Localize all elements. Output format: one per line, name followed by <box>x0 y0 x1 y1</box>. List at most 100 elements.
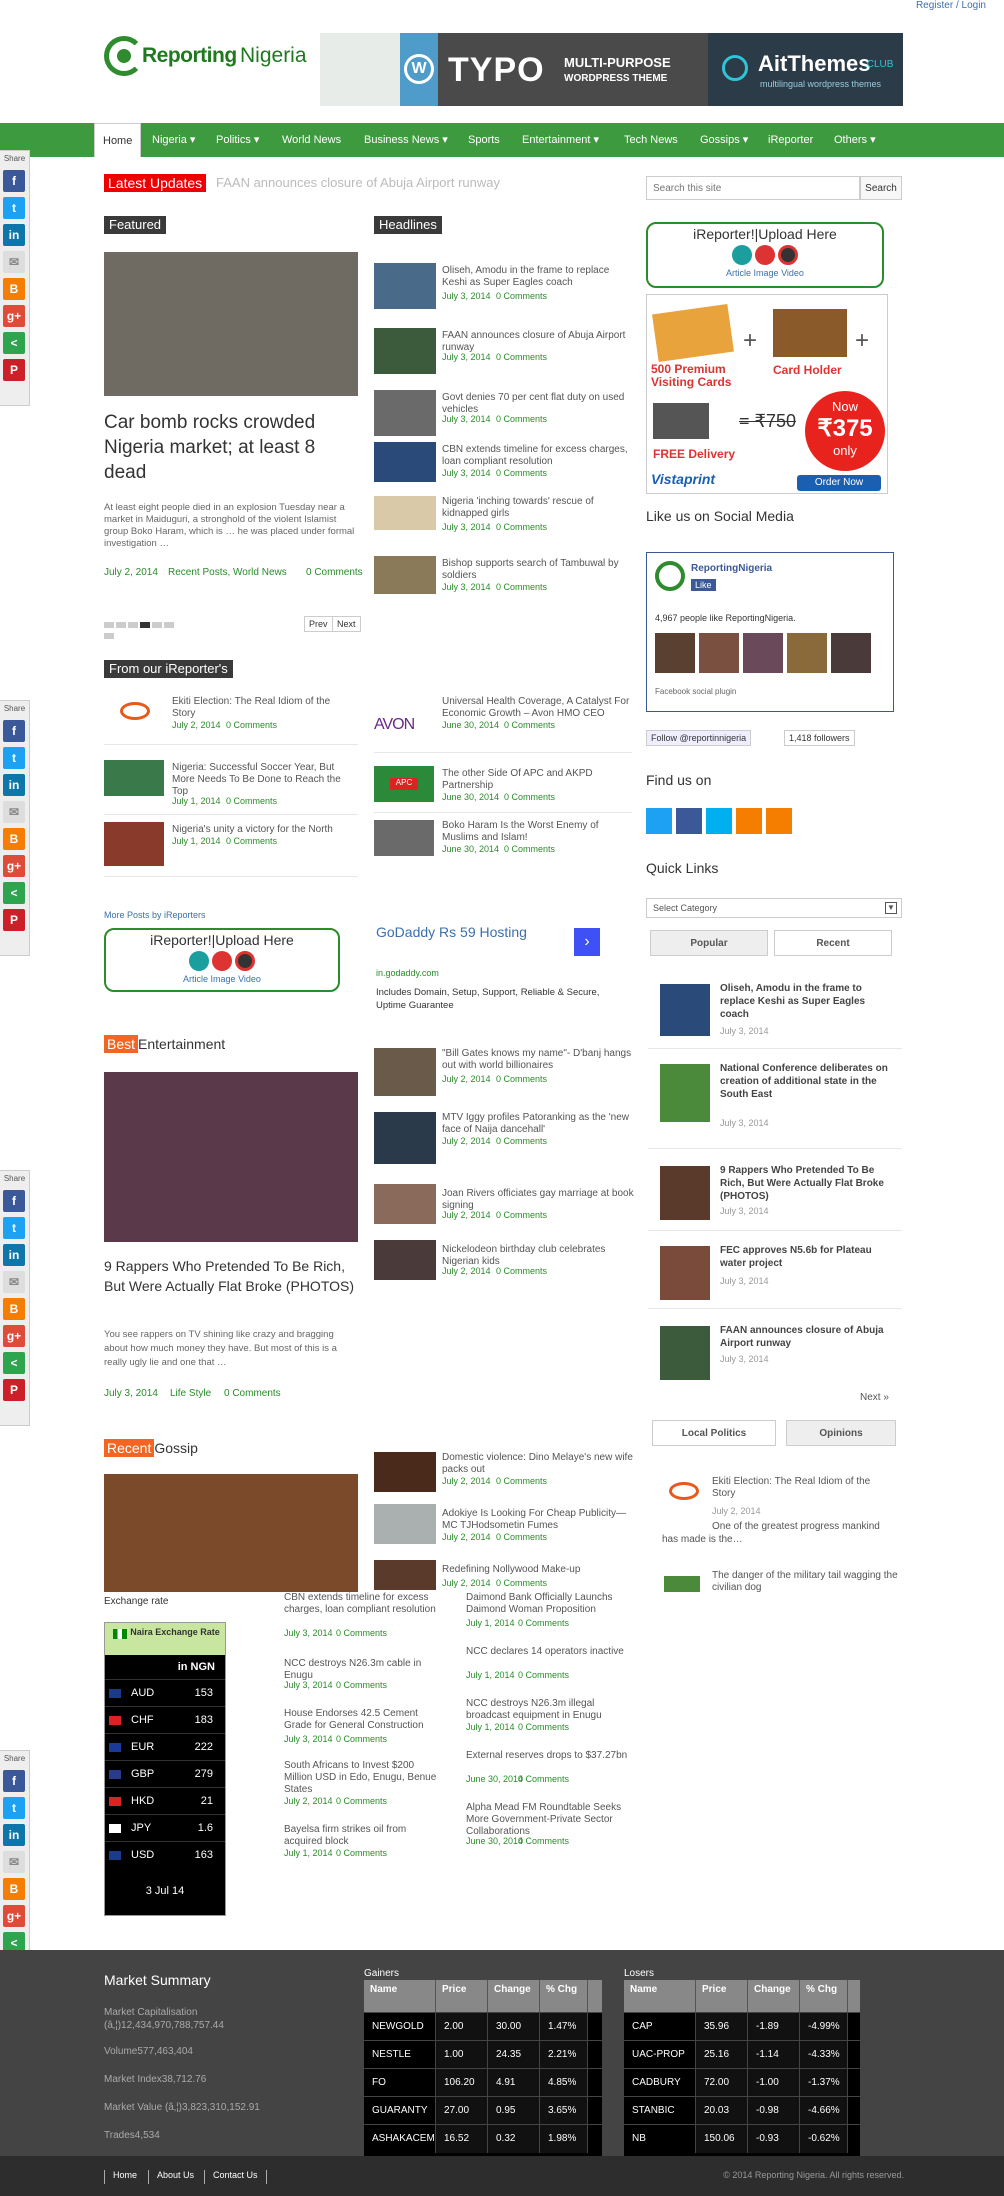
table-row[interactable]: CADBURY 72.00 -1.00 -1.37% <box>624 2068 860 2097</box>
headline-title[interactable]: CBN extends timeline for excess charges,… <box>442 444 632 468</box>
quick-link-title[interactable]: Oliseh, Amodu in the frame to replace Ke… <box>720 982 892 1021</box>
blogger-icon[interactable] <box>736 808 762 834</box>
quick-link-title[interactable]: FAAN announces closure of Abuja Airport … <box>720 1324 892 1350</box>
headline-thumb[interactable] <box>374 556 436 594</box>
featured-comments[interactable]: 0 Comments <box>306 567 363 578</box>
gossip-item-thumb[interactable] <box>374 1560 436 1590</box>
table-row[interactable]: UAC-PROP 25.16 -1.14 -4.33% <box>624 2040 860 2069</box>
gossip-item-thumb[interactable] <box>374 1452 436 1492</box>
fb-page-name[interactable]: ReportingNigeria <box>691 563 772 574</box>
ireporter-post-title[interactable]: Boko Haram Is the Worst Enemy of Muslims… <box>442 820 634 844</box>
citizens-eye-icon[interactable] <box>110 698 160 734</box>
blogger-icon[interactable]: B <box>3 828 25 850</box>
tab-opinions[interactable]: Opinions <box>786 1420 896 1446</box>
business-item-title[interactable]: Bayelsa firm strikes oil from acquired b… <box>284 1824 444 1848</box>
featured-title[interactable]: Car bomb rocks crowded Nigeria market; a… <box>104 410 358 485</box>
tab-popular[interactable]: Popular <box>650 930 768 956</box>
table-row[interactable]: ASHAKACEM 16.52 0.32 1.98% <box>364 2124 602 2153</box>
footer-contact-link[interactable]: Contact Us <box>204 2170 267 2184</box>
video-icon[interactable] <box>777 245 798 265</box>
headline-title[interactable]: Govt denies 70 per cent flat duty on use… <box>442 392 632 416</box>
article-icon[interactable] <box>732 245 753 265</box>
twitter-icon[interactable] <box>646 808 672 834</box>
video-icon[interactable] <box>234 951 255 971</box>
gossip-item-title[interactable]: Adokiye Is Looking For Cheap Publicity—M… <box>442 1508 636 1532</box>
fan-avatar[interactable] <box>699 633 739 673</box>
ireporter-post-comments[interactable]: 0 Comments <box>226 720 277 730</box>
gossip-item-comments[interactable]: 0 Comments <box>496 1476 547 1486</box>
ireporter-post-title[interactable]: Nigeria: Successful Soccer Year, But Mor… <box>172 762 356 798</box>
business-item-comments[interactable]: 0 Comments <box>518 1836 569 1846</box>
image-icon[interactable] <box>755 245 775 265</box>
category-select[interactable]: Select Category ▼ <box>646 898 902 918</box>
footer-home-link[interactable]: Home <box>104 2170 137 2184</box>
email-icon[interactable] <box>766 808 792 834</box>
ireporter-post-comments[interactable]: 0 Comments <box>226 836 277 846</box>
facebook-icon[interactable]: f <box>3 720 25 742</box>
ireporter-post-comments[interactable]: 0 Comments <box>504 720 555 730</box>
business-item-comments[interactable]: 0 Comments <box>518 1670 569 1680</box>
ireporter-upload-box[interactable]: iReporter!|Upload Here Article Image Vid… <box>646 222 884 288</box>
table-row[interactable]: CAP 35.96 -1.89 -4.99% <box>624 2012 860 2041</box>
ireporter-post-title[interactable]: The other Side Of APC and AKPD Partnersh… <box>442 768 622 792</box>
share-icon[interactable]: < <box>3 882 25 904</box>
nav-tech-news[interactable]: Tech News <box>616 123 686 157</box>
entertainment-item-comments[interactable]: 0 Comments <box>496 1266 547 1276</box>
featured-categories[interactable]: Recent Posts, World News <box>168 567 287 578</box>
headline-title[interactable]: FAAN announces closure of Abuja Airport … <box>442 330 632 354</box>
business-item-comments[interactable]: 0 Comments <box>336 1628 387 1638</box>
quick-link-thumb[interactable] <box>660 1064 710 1122</box>
email-icon[interactable]: ✉ <box>3 1851 25 1873</box>
entertainment-title[interactable]: 9 Rappers Who Pretended To Be Rich, But … <box>104 1256 358 1296</box>
email-icon[interactable]: ✉ <box>3 251 25 273</box>
ireporter-post-comments[interactable]: 0 Comments <box>504 792 555 802</box>
twitter-follow-button[interactable]: Follow @reportinnigeria <box>646 730 752 746</box>
table-row[interactable]: NB 150.06 -0.93 -0.62% <box>624 2124 860 2153</box>
business-item-comments[interactable]: 0 Comments <box>518 1618 569 1628</box>
business-item-title[interactable]: NCC destroys N26.3m illegal broadcast eq… <box>466 1698 636 1722</box>
entertainment-item-thumb[interactable] <box>374 1048 436 1096</box>
quick-link-thumb[interactable] <box>660 1246 710 1300</box>
order-now-button[interactable]: Order Now <box>797 475 881 491</box>
entertainment-item-comments[interactable]: 0 Comments <box>496 1074 547 1084</box>
ireporter-links[interactable]: Article Image Video <box>106 974 338 984</box>
quick-link-title[interactable]: FEC approves N5.6b for Plateau water pro… <box>720 1244 892 1270</box>
avon-logo[interactable]: AVON <box>374 716 415 734</box>
table-row[interactable]: NEWGOLD 2.00 30.00 1.47% <box>364 2012 602 2041</box>
apc-logo[interactable]: APC <box>374 766 434 802</box>
pinterest-icon[interactable]: P <box>3 1379 25 1401</box>
godaddy-ad[interactable]: GoDaddy Rs 59 Hosting › in.godaddy.com I… <box>374 924 614 1024</box>
opinion-title[interactable]: Ekiti Election: The Real Idiom of the St… <box>712 1476 892 1500</box>
facebook-icon[interactable]: f <box>3 1770 25 1792</box>
nav-gossips[interactable]: Gossips ▾ <box>692 123 756 157</box>
headline-comments[interactable]: 0 Comments <box>496 291 547 301</box>
ireporter-post-title[interactable]: Ekiti Election: The Real Idiom of the St… <box>172 696 352 720</box>
entertainment-item-comments[interactable]: 0 Comments <box>496 1136 547 1146</box>
quick-link-thumb[interactable] <box>660 984 710 1036</box>
business-item-title[interactable]: External reserves drops to $37.27bn <box>466 1750 636 1762</box>
google-plus-icon[interactable]: g+ <box>3 1905 25 1927</box>
linkedin-icon[interactable]: in <box>3 774 25 796</box>
gossip-item-title[interactable]: Domestic violence: Dino Melaye's new wif… <box>442 1452 636 1476</box>
gossip-item-title[interactable]: Redefining Nollywood Make-up <box>442 1564 636 1576</box>
nav-politics[interactable]: Politics ▾ <box>208 123 267 157</box>
ireporter-post-title[interactable]: Nigeria's unity a victory for the North <box>172 824 356 836</box>
twitter-icon[interactable]: t <box>3 1217 25 1239</box>
article-icon[interactable] <box>189 951 210 971</box>
ireporter-post-thumb[interactable] <box>104 760 164 796</box>
headline-title[interactable]: Oliseh, Amodu in the frame to replace Ke… <box>442 265 632 289</box>
search-button[interactable]: Search <box>860 176 902 200</box>
business-item-comments[interactable]: 0 Comments <box>336 1734 387 1744</box>
entertainment-comments[interactable]: 0 Comments <box>224 1388 281 1399</box>
header-banner-ad[interactable]: W TYPO MULTI-PURPOSE WORDPRESS THEME Ait… <box>320 33 903 106</box>
entertainment-item-thumb[interactable] <box>374 1184 436 1224</box>
quick-link-title[interactable]: 9 Rappers Who Pretended To Be Rich, But … <box>720 1164 892 1203</box>
more-ireporter-posts-link[interactable]: More Posts by iReporters <box>104 910 206 920</box>
headline-thumb[interactable] <box>374 263 436 309</box>
entertainment-image[interactable] <box>104 1072 358 1242</box>
footer-about-link[interactable]: About Us <box>148 2170 194 2184</box>
entertainment-item-title[interactable]: Joan Rivers officiates gay marriage at b… <box>442 1188 636 1212</box>
table-row[interactable]: STANBIC 20.03 -0.98 -4.66% <box>624 2096 860 2125</box>
business-item-title[interactable]: NCC destroys N26.3m cable in Enugu <box>284 1658 444 1682</box>
headline-title[interactable]: Bishop supports search of Tambuwal by so… <box>442 558 632 582</box>
